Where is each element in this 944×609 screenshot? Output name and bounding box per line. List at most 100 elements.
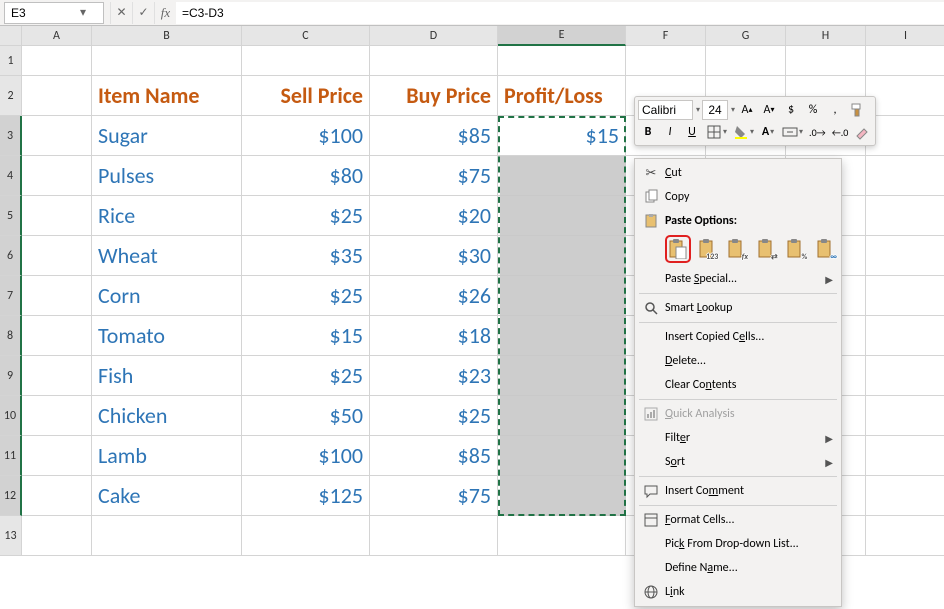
menu-link[interactable]: Link	[637, 580, 839, 604]
cell[interactable]: $25	[242, 276, 370, 316]
cell[interactable]	[22, 116, 92, 156]
col-header[interactable]: B	[92, 26, 242, 46]
name-box[interactable]: ▾	[4, 2, 104, 24]
cell[interactable]: $35	[242, 236, 370, 276]
cell[interactable]	[866, 316, 944, 356]
row-header[interactable]: 12	[0, 476, 22, 516]
cell[interactable]: $26	[370, 276, 498, 316]
cell[interactable]	[866, 396, 944, 436]
increase-decimal-icon[interactable]: .0→	[807, 122, 828, 142]
menu-paste-special[interactable]: Paste Special...▶	[637, 267, 839, 291]
borders-icon[interactable]: ▾	[704, 122, 729, 142]
cell[interactable]: $20	[370, 196, 498, 236]
cell[interactable]	[498, 396, 626, 436]
merge-center-icon[interactable]: ▾	[780, 122, 805, 142]
cell[interactable]: $30	[370, 236, 498, 276]
cell[interactable]: $100	[242, 116, 370, 156]
accept-formula-icon[interactable]: ✓	[132, 2, 154, 24]
cell[interactable]	[22, 316, 92, 356]
cell[interactable]	[786, 46, 866, 76]
col-header[interactable]: F	[626, 26, 706, 46]
cell[interactable]	[626, 46, 706, 76]
paste-all-button[interactable]	[665, 235, 691, 263]
cell[interactable]: $25	[242, 196, 370, 236]
fx-icon[interactable]: fx	[154, 2, 176, 24]
percent-format-icon[interactable]: %	[803, 100, 823, 120]
cell[interactable]	[498, 236, 626, 276]
paste-formatting-button[interactable]: %	[784, 235, 810, 263]
cell[interactable]: Lamb	[92, 436, 242, 476]
cell[interactable]: Sell Price	[242, 76, 370, 116]
cell[interactable]	[866, 236, 944, 276]
row-header[interactable]: 10	[0, 396, 22, 436]
cell[interactable]	[866, 46, 944, 76]
cell[interactable]	[498, 276, 626, 316]
row-header[interactable]: 2	[0, 76, 22, 116]
cell[interactable]: Item Name	[92, 76, 242, 116]
chevron-down-icon[interactable]: ▾	[75, 5, 91, 20]
cell[interactable]: $50	[242, 396, 370, 436]
cell[interactable]: Corn	[92, 276, 242, 316]
clear-formatting-icon[interactable]	[852, 122, 872, 142]
cell[interactable]	[498, 476, 626, 516]
font-select[interactable]	[638, 100, 693, 120]
cell[interactable]	[498, 436, 626, 476]
col-header[interactable]: C	[242, 26, 370, 46]
cell[interactable]	[92, 516, 242, 556]
cell[interactable]	[498, 46, 626, 76]
select-all-corner[interactable]	[0, 26, 22, 46]
cell[interactable]	[22, 276, 92, 316]
bold-button[interactable]: B	[638, 122, 658, 142]
cell[interactable]	[242, 46, 370, 76]
row-header[interactable]: 4	[0, 156, 22, 196]
cell[interactable]	[498, 356, 626, 396]
cell[interactable]: Buy Price	[370, 76, 498, 116]
cell[interactable]	[498, 196, 626, 236]
paste-values-button[interactable]: 123	[695, 235, 721, 263]
cell[interactable]	[22, 436, 92, 476]
cell[interactable]: $25	[242, 356, 370, 396]
underline-button[interactable]: U	[682, 122, 702, 142]
cell[interactable]	[22, 196, 92, 236]
cancel-formula-icon[interactable]: ✕	[110, 2, 132, 24]
paste-link-button[interactable]: ∞	[813, 235, 839, 263]
cell[interactable]: Chicken	[92, 396, 242, 436]
col-header[interactable]: A	[22, 26, 92, 46]
cell[interactable]	[706, 46, 786, 76]
formula-input[interactable]	[176, 2, 944, 24]
font-color-icon[interactable]: A▾	[758, 122, 778, 142]
decrease-decimal-icon[interactable]: ←.0	[830, 122, 851, 142]
cell[interactable]	[22, 76, 92, 116]
comma-format-icon[interactable]: ,	[825, 100, 845, 120]
cell[interactable]: Wheat	[92, 236, 242, 276]
chevron-down-icon[interactable]: ▾	[731, 105, 735, 115]
row-header[interactable]: 5	[0, 196, 22, 236]
cell[interactable]	[22, 156, 92, 196]
increase-font-icon[interactable]: A▴	[737, 100, 757, 120]
row-header[interactable]: 7	[0, 276, 22, 316]
name-box-input[interactable]	[5, 5, 75, 21]
row-header[interactable]: 13	[0, 516, 22, 556]
paste-transpose-button[interactable]: ⇄	[754, 235, 780, 263]
row-header[interactable]: 9	[0, 356, 22, 396]
cell[interactable]: $75	[370, 156, 498, 196]
format-painter-icon[interactable]	[847, 100, 867, 120]
row-header[interactable]: 6	[0, 236, 22, 276]
cell[interactable]	[866, 276, 944, 316]
row-header[interactable]: 1	[0, 46, 22, 76]
cell[interactable]	[866, 156, 944, 196]
cell[interactable]	[866, 116, 944, 156]
cell[interactable]: Sugar	[92, 116, 242, 156]
menu-clear-contents[interactable]: Clear Contents	[637, 373, 839, 397]
row-header[interactable]: 3	[0, 116, 22, 156]
cell[interactable]: Profit/Loss	[498, 76, 626, 116]
chevron-down-icon[interactable]: ▾	[696, 105, 700, 115]
cell[interactable]	[866, 476, 944, 516]
cell[interactable]: $25	[370, 396, 498, 436]
col-header[interactable]: G	[706, 26, 786, 46]
cell[interactable]	[866, 196, 944, 236]
col-header[interactable]: H	[786, 26, 866, 46]
menu-insert-copied[interactable]: Insert Copied Cells...	[637, 325, 839, 349]
cell[interactable]	[242, 516, 370, 556]
cell[interactable]: $15	[498, 116, 626, 156]
